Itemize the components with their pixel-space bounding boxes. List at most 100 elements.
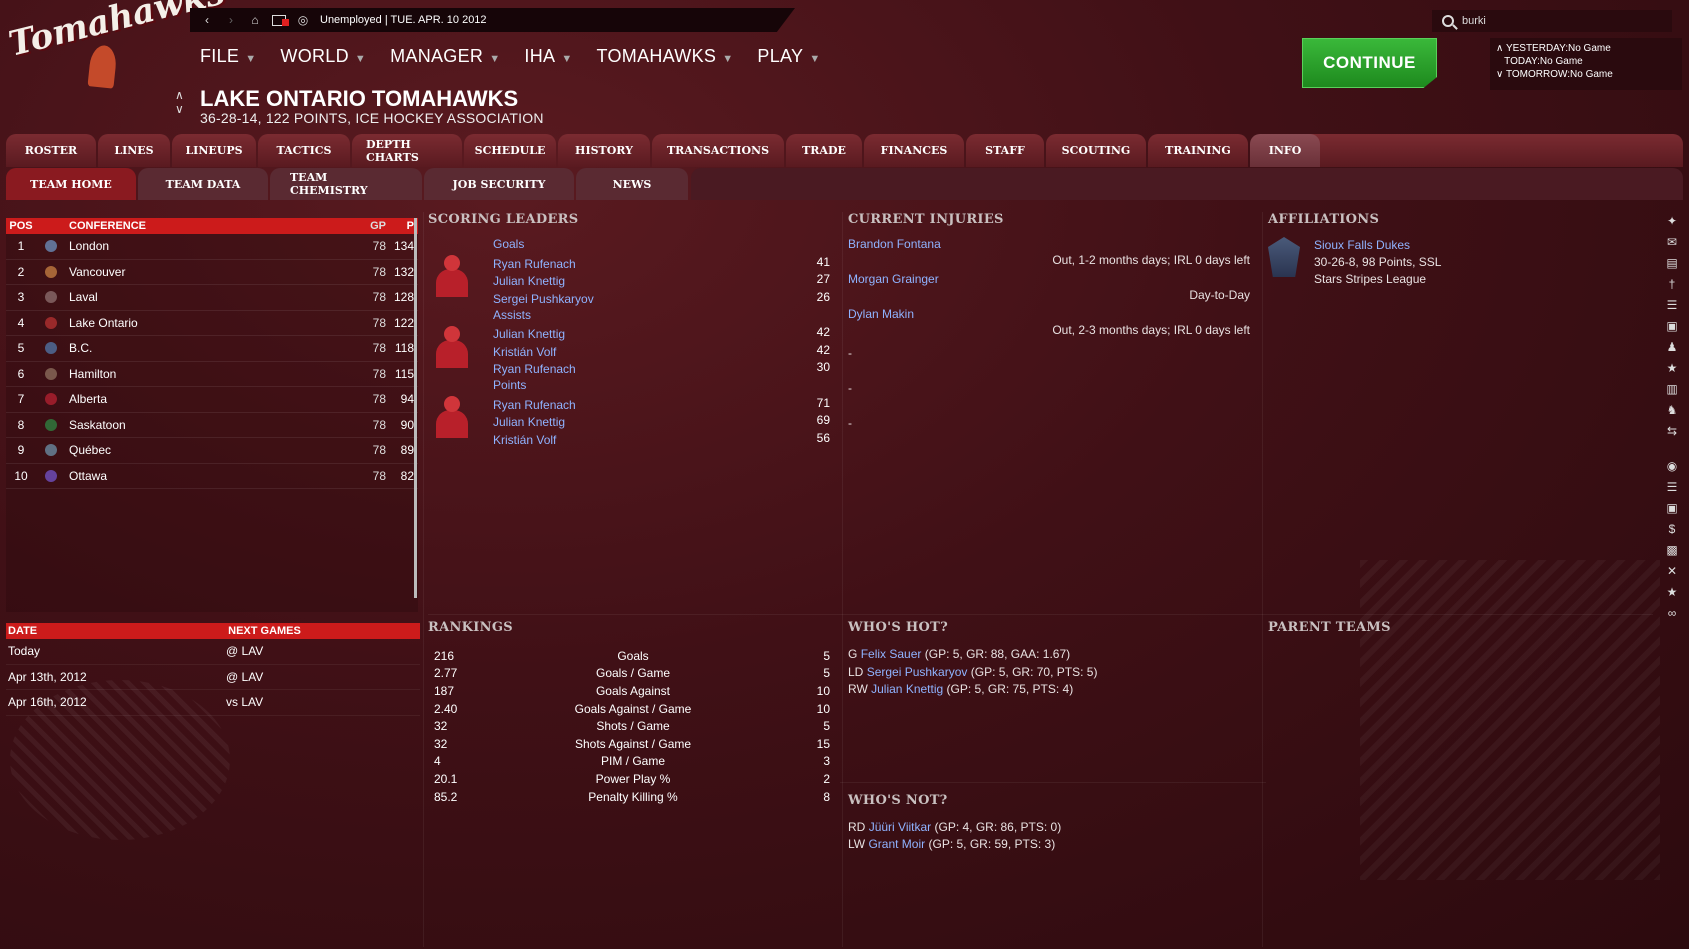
chevron-down-icon[interactable]: ∨ bbox=[1496, 69, 1503, 80]
tab-lines[interactable]: LINES bbox=[98, 134, 170, 167]
menu-play[interactable]: PLAY ▼ bbox=[757, 46, 820, 67]
list-item[interactable]: Apr 13th, 2012 @ LAV bbox=[6, 665, 420, 690]
binoculars-icon[interactable]: ∞ bbox=[1665, 606, 1679, 621]
globe-icon[interactable]: ◎ bbox=[296, 13, 310, 27]
player-link[interactable]: Julian Knettig bbox=[493, 415, 565, 429]
col-next-games[interactable]: NEXT GAMES bbox=[112, 625, 417, 637]
table-row[interactable]: 3 Laval 78 128 bbox=[6, 285, 418, 311]
table-row[interactable]: 10 Ottawa 78 82 bbox=[6, 464, 418, 489]
table-row[interactable]: 1 London 78 134 bbox=[6, 234, 418, 260]
trophy-icon[interactable]: ★ bbox=[1665, 361, 1679, 376]
rink-icon[interactable]: ▣ bbox=[1665, 319, 1679, 334]
standing-team[interactable]: London bbox=[66, 239, 354, 253]
continue-button[interactable]: CONTINUE bbox=[1302, 38, 1437, 88]
table-row[interactable]: 2 Vancouver 78 132 bbox=[6, 260, 418, 285]
standing-team[interactable]: Saskatoon bbox=[66, 418, 354, 432]
subtab-news[interactable]: NEWS bbox=[576, 168, 688, 200]
team-logo-icon[interactable]: ✦ bbox=[1665, 214, 1679, 229]
standing-team[interactable]: Hamilton bbox=[66, 367, 354, 381]
col-date[interactable]: DATE bbox=[6, 625, 112, 637]
standing-team[interactable]: Québec bbox=[66, 443, 354, 457]
player-link[interactable]: Grant Moir bbox=[868, 837, 925, 851]
tab-schedule[interactable]: SCHEDULE bbox=[464, 134, 556, 167]
league-logo-icon[interactable]: ◉ bbox=[1665, 459, 1679, 474]
tab-tactics[interactable]: TACTICS bbox=[258, 134, 350, 167]
bar-chart-icon[interactable]: ▩ bbox=[1665, 543, 1679, 558]
player-link[interactable]: Kristián Volf bbox=[493, 433, 556, 447]
col-pos[interactable]: POS bbox=[6, 220, 36, 232]
menu-file[interactable]: FILE ▼ bbox=[200, 46, 256, 67]
col-conference[interactable]: CONFERENCE bbox=[66, 220, 354, 232]
league-trophy-icon[interactable]: ★ bbox=[1665, 585, 1679, 600]
standing-team[interactable]: Alberta bbox=[66, 392, 354, 406]
player-link[interactable]: Ryan Rufenach bbox=[493, 257, 576, 271]
affiliate-team-link[interactable]: Sioux Falls Dukes bbox=[1314, 237, 1441, 254]
subtab-team-home[interactable]: TEAM HOME bbox=[6, 168, 136, 200]
subtab-team-data[interactable]: TEAM DATA bbox=[138, 168, 268, 200]
tab-info[interactable]: INFO bbox=[1250, 134, 1320, 167]
standings-scrollbar[interactable] bbox=[414, 218, 417, 598]
tab-finances[interactable]: FINANCES bbox=[864, 134, 964, 167]
forward-icon[interactable]: › bbox=[224, 13, 238, 27]
player-link[interactable]: Ryan Rufenach bbox=[493, 398, 576, 412]
clipboard-icon[interactable]: ▤ bbox=[1665, 256, 1679, 271]
team-switch-arrows[interactable]: ∧ ∨ bbox=[175, 88, 184, 116]
injured-player-link[interactable]: Morgan Grainger bbox=[848, 272, 1258, 286]
menu-manager[interactable]: MANAGER ▼ bbox=[390, 46, 500, 67]
player-link[interactable]: Sergei Pushkaryov bbox=[867, 665, 968, 679]
affiliate-logo-icon[interactable] bbox=[1268, 237, 1300, 277]
search-icon[interactable] bbox=[1442, 15, 1454, 27]
game-opponent[interactable]: @ LAV bbox=[226, 644, 263, 658]
injured-player-link[interactable]: Brandon Fontana bbox=[848, 237, 1258, 251]
standings-list-icon[interactable]: ☰ bbox=[1665, 480, 1679, 495]
table-row[interactable]: 8 Saskatoon 78 90 bbox=[6, 413, 418, 438]
trade-icon[interactable]: ⇆ bbox=[1665, 424, 1679, 439]
player-link[interactable]: Felix Sauer bbox=[861, 647, 922, 661]
list-item[interactable]: Apr 16th, 2012 vs LAV bbox=[6, 690, 420, 716]
standing-team[interactable]: B.C. bbox=[66, 341, 354, 355]
menu-world[interactable]: WORLD ▼ bbox=[280, 46, 366, 67]
subtab-job-security[interactable]: JOB SECURITY bbox=[424, 168, 574, 200]
list-icon[interactable]: ☰ bbox=[1665, 298, 1679, 313]
player-link[interactable]: Julian Knettig bbox=[493, 327, 565, 341]
inbox-icon[interactable]: ✉ bbox=[1665, 235, 1679, 250]
tab-trade[interactable]: TRADE bbox=[786, 134, 862, 167]
player-link[interactable]: Kristián Volf bbox=[493, 345, 556, 359]
player-link[interactable]: Sergei Pushkaryov bbox=[493, 292, 594, 306]
search-input[interactable]: burki bbox=[1462, 15, 1486, 27]
tab-history[interactable]: HISTORY bbox=[558, 134, 650, 167]
menu-iha[interactable]: IHA ▼ bbox=[524, 46, 572, 67]
player-link[interactable]: Ryan Rufenach bbox=[493, 362, 576, 376]
standing-team[interactable]: Ottawa bbox=[66, 469, 354, 483]
game-opponent[interactable]: @ LAV bbox=[226, 670, 263, 684]
table-row[interactable]: 5 B.C. 78 118 bbox=[6, 336, 418, 362]
tab-roster[interactable]: ROSTER bbox=[6, 134, 96, 167]
back-icon[interactable]: ‹ bbox=[200, 13, 214, 27]
tab-training[interactable]: TRAINING bbox=[1148, 134, 1248, 167]
col-points[interactable]: P bbox=[386, 220, 414, 232]
home-icon[interactable]: ⌂ bbox=[248, 13, 262, 27]
subtab-team-chemistry[interactable]: TEAM CHEMISTRY bbox=[270, 168, 422, 200]
injured-player-link[interactable]: Dylan Makin bbox=[848, 307, 1258, 321]
tab-transactions[interactable]: TRANSACTIONS bbox=[652, 134, 784, 167]
league-rink-icon[interactable]: ▣ bbox=[1665, 501, 1679, 516]
table-row[interactable]: 7 Alberta 78 94 bbox=[6, 387, 418, 413]
stick-icon[interactable]: † bbox=[1665, 277, 1679, 292]
document-icon[interactable]: ▥ bbox=[1665, 382, 1679, 397]
crossed-sticks-icon[interactable]: ✕ bbox=[1665, 564, 1679, 579]
people-icon[interactable]: ♟ bbox=[1665, 340, 1679, 355]
standing-team[interactable]: Laval bbox=[66, 290, 354, 304]
player-link[interactable]: Julian Knettig bbox=[493, 274, 565, 288]
standing-team[interactable]: Vancouver bbox=[66, 265, 354, 279]
game-opponent[interactable]: vs LAV bbox=[226, 695, 263, 709]
list-item[interactable]: Today @ LAV bbox=[6, 639, 420, 665]
tab-staff[interactable]: STAFF bbox=[966, 134, 1044, 167]
col-gp[interactable]: GP bbox=[354, 220, 386, 232]
search-box[interactable]: burki bbox=[1432, 10, 1672, 32]
table-row[interactable]: 4 Lake Ontario 78 122 bbox=[6, 311, 418, 336]
player-link[interactable]: Julian Knettig bbox=[871, 682, 943, 696]
staff-icon[interactable]: ♞ bbox=[1665, 403, 1679, 418]
tab-scouting[interactable]: SCOUTING bbox=[1046, 134, 1146, 167]
menu-tomahawks[interactable]: TOMAHAWKS ▼ bbox=[597, 46, 734, 67]
table-row[interactable]: 6 Hamilton 78 115 bbox=[6, 362, 418, 387]
